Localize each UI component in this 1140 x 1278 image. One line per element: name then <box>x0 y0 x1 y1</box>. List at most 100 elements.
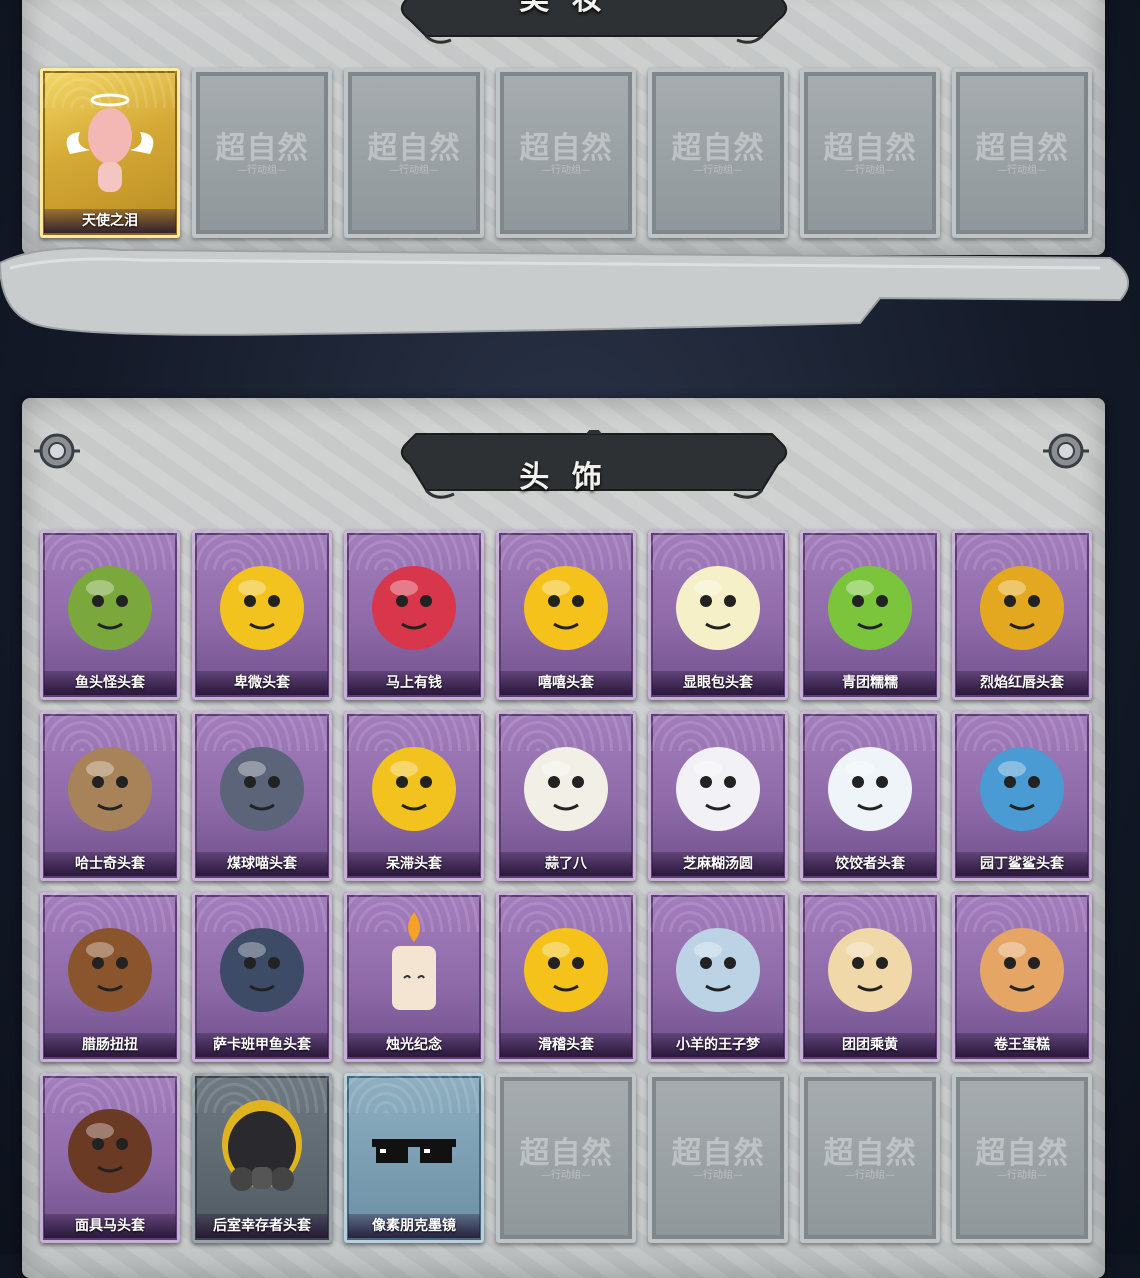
card-label: 哈士奇头套 <box>44 852 176 876</box>
headwear-card[interactable]: 鱼头怪头套 <box>40 530 180 700</box>
makeup-card[interactable]: 超自然 —行动组— <box>344 68 484 238</box>
lightbulb-crown-icon <box>676 566 760 650</box>
card-label: 滑稽头套 <box>500 1033 632 1057</box>
watermark-sub: —行动组— <box>997 165 1047 176</box>
headwear-card[interactable]: 园丁鲨鲨头套 <box>952 711 1092 881</box>
card-label: 饺饺者头套 <box>804 852 936 876</box>
headwear-card[interactable]: 饺饺者头套 <box>800 711 940 881</box>
horse-mask-icon <box>68 1109 152 1193</box>
gray-cat-icon <box>220 747 304 831</box>
makeup-card[interactable]: 超自然 —行动组— <box>952 68 1092 238</box>
card-label: 马上有钱 <box>348 671 480 695</box>
watermark-sub: —行动组— <box>389 165 439 176</box>
headwear-card[interactable]: 超自然 —行动组— <box>648 1073 788 1243</box>
headwear-card[interactable]: 超自然 —行动组— <box>800 1073 940 1243</box>
headwear-card[interactable]: 卷王蛋糕 <box>952 892 1092 1062</box>
makeup-panel: 美 妆 天使之泪超自然—行动组—超自然—行动组—超自然—行动组—超自然—行动组—… <box>22 0 1105 255</box>
makeup-card[interactable]: 超自然 —行动组— <box>648 68 788 238</box>
watermark-sub: —行动组— <box>845 1170 895 1181</box>
card-label: 青团糯糯 <box>804 671 936 695</box>
headwear-card[interactable]: 超自然 —行动组— <box>496 1073 636 1243</box>
watermark-sub: —行动组— <box>541 1170 591 1181</box>
horned-cat-icon <box>828 928 912 1012</box>
headwear-card[interactable]: 像素朋克墨镜 <box>344 1073 484 1243</box>
roll-cake-icon <box>980 928 1064 1012</box>
card-label: 园丁鲨鲨头套 <box>956 852 1088 876</box>
dachshund-icon <box>68 928 152 1012</box>
scroll-curl <box>0 247 1129 336</box>
smirk-emoji-icon <box>524 928 608 1012</box>
pixel-sunglasses-icon <box>372 1139 456 1163</box>
headwear-card[interactable]: 呆滞头套 <box>344 711 484 881</box>
card-label: 小羊的王子梦 <box>652 1033 784 1057</box>
headwear-card[interactable]: 面具马头套 <box>40 1073 180 1243</box>
headwear-card[interactable]: 团团乘黄 <box>800 892 940 1062</box>
card-label: 烈焰红唇头套 <box>956 671 1088 695</box>
headwear-title: 头 饰 <box>519 460 608 495</box>
headwear-card[interactable]: 显眼包头套 <box>648 530 788 700</box>
card-label: 像素朋克墨镜 <box>348 1214 480 1238</box>
sacabambaspis-icon <box>220 928 304 1012</box>
sheep-crown-icon <box>676 928 760 1012</box>
card-label: 鱼头怪头套 <box>44 671 176 695</box>
headwear-card[interactable]: 滑稽头套 <box>496 892 636 1062</box>
candle-icon <box>392 912 436 1010</box>
card-label: 烛光纪念 <box>348 1033 480 1057</box>
card-label: 芝麻糊汤圆 <box>652 852 784 876</box>
humble-emoji-icon <box>220 566 304 650</box>
husky-sunglasses-icon <box>68 747 152 831</box>
gas-mask-helmet-icon <box>222 1100 302 1191</box>
pikachu-sunglasses-icon <box>980 566 1064 650</box>
card-label: 蒜了八 <box>500 852 632 876</box>
card-label: 卑微头套 <box>196 671 328 695</box>
watermark-sub: —行动组— <box>845 165 895 176</box>
headwear-card[interactable]: 嘻嘻头套 <box>496 530 636 700</box>
green-dumpling-icon <box>828 566 912 650</box>
headwear-card[interactable]: 哈士奇头套 <box>40 711 180 881</box>
makeup-card[interactable]: 超自然 —行动组— <box>192 68 332 238</box>
dazed-emoji-icon <box>372 747 456 831</box>
card-label: 天使之泪 <box>44 209 176 233</box>
card-label: 卷王蛋糕 <box>956 1033 1088 1057</box>
watermark-sub: —行动组— <box>541 165 591 176</box>
headwear-card[interactable]: 后室幸存者头套 <box>192 1073 332 1243</box>
card-label: 显眼包头套 <box>652 671 784 695</box>
headwear-card[interactable]: 蒜了八 <box>496 711 636 881</box>
headwear-card[interactable]: 烛光纪念 <box>344 892 484 1062</box>
garlic-icon <box>524 747 608 831</box>
grin-emoji-icon <box>524 566 608 650</box>
card-label: 呆滞头套 <box>348 852 480 876</box>
headwear-card[interactable]: 青团糯糯 <box>800 530 940 700</box>
makeup-title: 美 妆 <box>22 0 1105 18</box>
red-horse-icon <box>372 566 456 650</box>
card-label: 面具马头套 <box>44 1214 176 1238</box>
headwear-card[interactable]: 超自然 —行动组— <box>952 1073 1092 1243</box>
card-label: 后室幸存者头套 <box>196 1214 328 1238</box>
watermark-sub: —行动组— <box>693 1170 743 1181</box>
fish-head-icon <box>68 566 152 650</box>
headwear-card[interactable]: 马上有钱 <box>344 530 484 700</box>
angel-halo-wings-icon <box>66 93 154 192</box>
makeup-card[interactable]: 天使之泪 <box>40 68 180 238</box>
headwear-card[interactable]: 烈焰红唇头套 <box>952 530 1092 700</box>
headwear-card[interactable]: 芝麻糊汤圆 <box>648 711 788 881</box>
watermark-sub: —行动组— <box>693 165 743 176</box>
headwear-card[interactable]: 煤球喵头套 <box>192 711 332 881</box>
card-label: 萨卡班甲鱼头套 <box>196 1033 328 1057</box>
headwear-card[interactable]: 小羊的王子梦 <box>648 892 788 1062</box>
shark-icon <box>980 747 1064 831</box>
makeup-card[interactable]: 超自然 —行动组— <box>496 68 636 238</box>
watermark-sub: —行动组— <box>237 165 287 176</box>
headwear-card[interactable]: 萨卡班甲鱼头套 <box>192 892 332 1062</box>
dumpling-cloud-icon <box>828 747 912 831</box>
rice-ball-icon <box>676 747 760 831</box>
makeup-card[interactable]: 超自然 —行动组— <box>800 68 940 238</box>
headwear-card[interactable]: 卑微头套 <box>192 530 332 700</box>
watermark-sub: —行动组— <box>997 1170 1047 1181</box>
card-label: 腊肠扭扭 <box>44 1033 176 1057</box>
card-label: 团团乘黄 <box>804 1033 936 1057</box>
card-label: 煤球喵头套 <box>196 852 328 876</box>
headwear-card[interactable]: 腊肠扭扭 <box>40 892 180 1062</box>
headwear-panel: 头 饰 鱼头怪头套 卑微头套 马上有钱 嘻嘻头套 显眼包头套 青团糯糯 烈焰红唇头套哈士奇头… <box>22 398 1105 1278</box>
card-label: 嘻嘻头套 <box>500 671 632 695</box>
